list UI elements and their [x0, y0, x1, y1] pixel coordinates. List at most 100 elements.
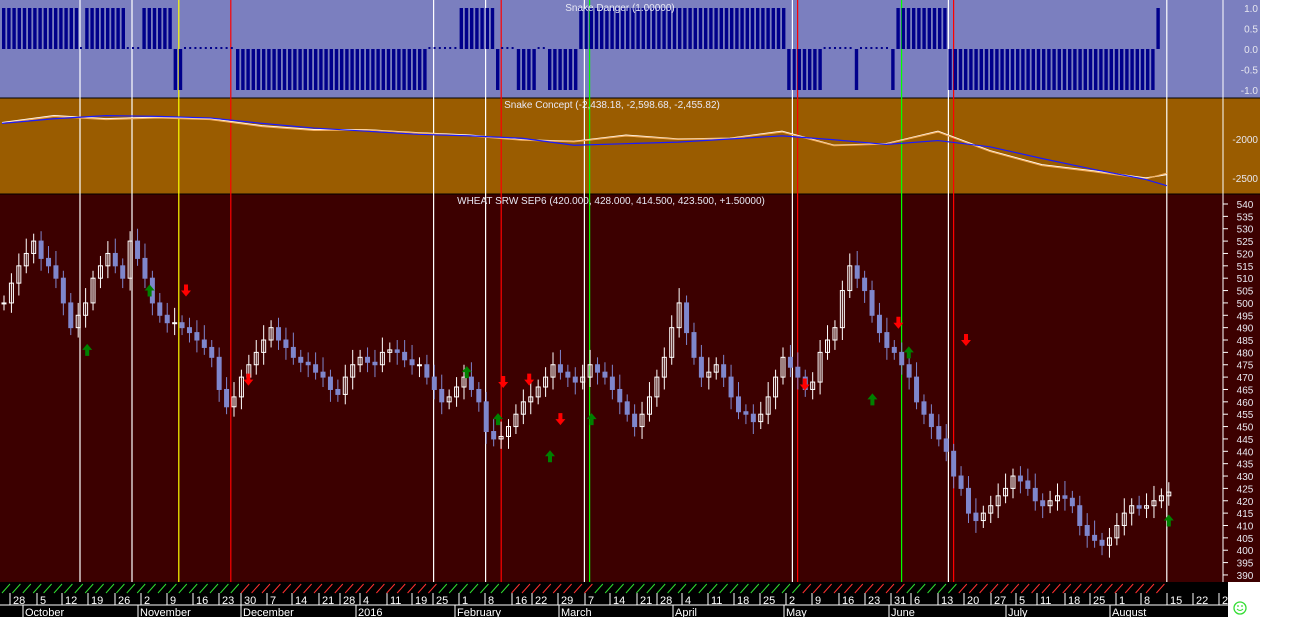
- danger-bar: [979, 49, 983, 90]
- danger-dot: [137, 47, 140, 49]
- danger-bar: [1057, 49, 1061, 90]
- candle-body: [327, 376, 333, 390]
- danger-bar: [314, 49, 318, 90]
- candle-body: [53, 265, 59, 279]
- candle-body: [921, 401, 927, 415]
- y-tick-label: -0.5: [1241, 66, 1259, 77]
- danger-bar: [802, 49, 807, 90]
- danger-bar: [1130, 49, 1134, 90]
- danger-bar: [771, 8, 775, 49]
- danger-bar: [288, 49, 292, 90]
- danger-dot: [839, 47, 842, 49]
- y-tick-label: 505: [1237, 287, 1254, 298]
- candle-body: [402, 351, 408, 361]
- danger-bar: [584, 8, 588, 49]
- y-tick-label: 425: [1237, 484, 1254, 495]
- y-tick-label: 540: [1237, 200, 1254, 211]
- danger-bar: [896, 8, 900, 49]
- danger-bar: [251, 49, 255, 90]
- y-tick-label: 510: [1237, 274, 1254, 285]
- danger-bar: [922, 8, 926, 49]
- danger-bar: [116, 8, 120, 49]
- candle-body: [721, 364, 727, 378]
- y-tick-label: 1.0: [1244, 4, 1258, 15]
- y-tick-label: 460: [1237, 398, 1254, 409]
- danger-dot: [438, 47, 441, 49]
- danger-dot: [844, 47, 847, 49]
- candle-body: [135, 240, 141, 259]
- snake-concept-title: Snake Concept (-2,438.18, -2,598.68, -2,…: [504, 100, 720, 111]
- danger-dot: [449, 47, 452, 49]
- candle-body: [38, 240, 44, 259]
- danger-bar: [745, 8, 749, 49]
- y-tick-label: 530: [1237, 225, 1254, 236]
- y-tick-label: 485: [1237, 336, 1254, 347]
- smiley-icon[interactable]: [1233, 601, 1247, 615]
- danger-bar: [1062, 49, 1067, 90]
- candle-body: [1084, 524, 1090, 536]
- danger-bar: [927, 8, 931, 49]
- candle-body: [468, 376, 474, 390]
- danger-bar: [948, 49, 952, 90]
- candle-body: [876, 314, 882, 334]
- candle-body: [112, 252, 118, 267]
- danger-bar: [532, 49, 536, 90]
- y-tick-label: 465: [1237, 385, 1254, 396]
- danger-bar: [90, 8, 94, 49]
- candle-body: [439, 388, 445, 403]
- candle-body: [483, 401, 489, 433]
- danger-bar: [371, 49, 375, 90]
- danger-bar: [1000, 49, 1004, 90]
- danger-dot: [875, 47, 878, 49]
- danger-bar: [1140, 49, 1145, 90]
- danger-bar: [631, 8, 635, 49]
- danger-bar: [1088, 49, 1093, 90]
- candle-body: [735, 396, 741, 413]
- y-tick-label: 520: [1237, 249, 1254, 260]
- danger-bar: [376, 49, 380, 90]
- danger-bar: [953, 49, 957, 90]
- danger-dot: [444, 47, 446, 49]
- danger-dot: [834, 47, 836, 49]
- snake-concept-panel: [0, 98, 1260, 194]
- danger-dot: [870, 47, 873, 49]
- danger-bar: [2, 8, 6, 49]
- y-tick-label: 490: [1237, 324, 1254, 335]
- danger-bar: [236, 49, 240, 90]
- danger-bar: [22, 8, 27, 49]
- danger-bar: [121, 8, 125, 49]
- candle-body: [928, 413, 934, 428]
- danger-dot: [428, 47, 431, 49]
- danger-bar: [470, 8, 474, 49]
- danger-bar: [605, 8, 609, 49]
- y-tick-label: 445: [1237, 435, 1254, 446]
- candle-body: [632, 413, 638, 428]
- y-tick-label: 470: [1237, 373, 1254, 384]
- danger-bar: [1125, 49, 1129, 90]
- danger-bar: [1109, 49, 1113, 90]
- danger-bar: [345, 49, 349, 90]
- danger-dot: [204, 47, 207, 49]
- danger-bar: [709, 8, 713, 49]
- candle-body: [728, 376, 734, 398]
- candle-body: [869, 290, 875, 316]
- candle-body: [565, 371, 571, 378]
- candle-body: [1017, 475, 1023, 482]
- candle-body: [290, 346, 296, 358]
- y-tick-label: 450: [1237, 423, 1254, 434]
- candle-body: [1, 302, 7, 305]
- candle-body: [965, 487, 971, 514]
- candle-body: [201, 339, 207, 348]
- danger-bar: [995, 49, 999, 90]
- danger-bar: [958, 49, 963, 90]
- danger-bar: [917, 8, 921, 49]
- danger-bar: [730, 8, 734, 49]
- danger-dot: [880, 47, 883, 49]
- y-tick-label: 500: [1237, 299, 1254, 310]
- danger-bar: [579, 8, 583, 49]
- month-label: June: [891, 607, 915, 617]
- danger-dot: [199, 47, 202, 49]
- danger-dot: [537, 47, 540, 49]
- danger-bar: [340, 49, 344, 90]
- candle-body: [172, 322, 178, 325]
